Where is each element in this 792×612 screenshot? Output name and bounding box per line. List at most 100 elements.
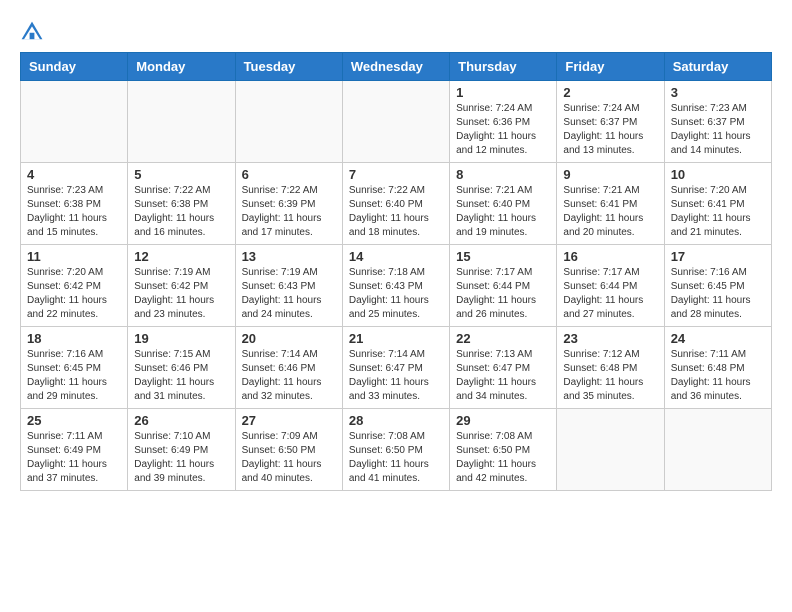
day-info: Sunrise: 7:17 AM Sunset: 6:44 PM Dayligh… (456, 266, 550, 322)
calendar-cell: 17 Sunrise: 7:16 AM Sunset: 6:45 PM Dayli… (664, 245, 771, 327)
day-info: Sunrise: 7:22 AM Sunset: 6:38 PM Dayligh… (134, 184, 228, 240)
calendar-cell: 14 Sunrise: 7:18 AM Sunset: 6:43 PM Dayli… (342, 245, 449, 327)
calendar-cell (664, 409, 771, 491)
day-number: 20 (242, 331, 336, 346)
day-info: Sunrise: 7:08 AM Sunset: 6:50 PM Dayligh… (349, 430, 443, 486)
calendar-cell: 28 Sunrise: 7:08 AM Sunset: 6:50 PM Dayli… (342, 409, 449, 491)
day-number: 3 (671, 85, 765, 100)
day-number: 14 (349, 249, 443, 264)
day-number: 26 (134, 413, 228, 428)
day-number: 18 (27, 331, 121, 346)
day-number: 1 (456, 85, 550, 100)
day-info: Sunrise: 7:12 AM Sunset: 6:48 PM Dayligh… (563, 348, 657, 404)
day-number: 2 (563, 85, 657, 100)
calendar-cell: 22 Sunrise: 7:13 AM Sunset: 6:47 PM Dayli… (450, 327, 557, 409)
day-info: Sunrise: 7:15 AM Sunset: 6:46 PM Dayligh… (134, 348, 228, 404)
calendar-cell: 6 Sunrise: 7:22 AM Sunset: 6:39 PM Daylig… (235, 163, 342, 245)
day-info: Sunrise: 7:11 AM Sunset: 6:49 PM Dayligh… (27, 430, 121, 486)
calendar-cell: 10Sunrise: 7:20 AM Sunset: 6:41 PM Dayli… (664, 163, 771, 245)
day-info: Sunrise: 7:11 AM Sunset: 6:48 PM Dayligh… (671, 348, 765, 404)
day-info: Sunrise: 7:20 AM Sunset: 6:42 PM Dayligh… (27, 266, 121, 322)
calendar-header-row: SundayMondayTuesdayWednesdayThursdayFrid… (21, 53, 772, 81)
day-number: 24 (671, 331, 765, 346)
day-number: 23 (563, 331, 657, 346)
calendar-cell: 24 Sunrise: 7:11 AM Sunset: 6:48 PM Dayli… (664, 327, 771, 409)
calendar-week-row: 4Sunrise: 7:23 AM Sunset: 6:38 PM Daylig… (21, 163, 772, 245)
day-info: Sunrise: 7:18 AM Sunset: 6:43 PM Dayligh… (349, 266, 443, 322)
day-info: Sunrise: 7:22 AM Sunset: 6:40 PM Dayligh… (349, 184, 443, 240)
day-number: 12 (134, 249, 228, 264)
calendar-cell: 2 Sunrise: 7:24 AM Sunset: 6:37 PM Daylig… (557, 81, 664, 163)
calendar-cell: 26 Sunrise: 7:10 AM Sunset: 6:49 PM Dayli… (128, 409, 235, 491)
day-info: Sunrise: 7:08 AM Sunset: 6:50 PM Dayligh… (456, 430, 550, 486)
calendar-cell: 3 Sunrise: 7:23 AM Sunset: 6:37 PM Daylig… (664, 81, 771, 163)
calendar-cell: 11Sunrise: 7:20 AM Sunset: 6:42 PM Dayli… (21, 245, 128, 327)
calendar-cell (557, 409, 664, 491)
day-info: Sunrise: 7:09 AM Sunset: 6:50 PM Dayligh… (242, 430, 336, 486)
calendar-cell (235, 81, 342, 163)
column-header-friday: Friday (557, 53, 664, 81)
day-number: 7 (349, 167, 443, 182)
day-info: Sunrise: 7:19 AM Sunset: 6:42 PM Dayligh… (134, 266, 228, 322)
day-number: 16 (563, 249, 657, 264)
day-number: 28 (349, 413, 443, 428)
calendar-cell: 5 Sunrise: 7:22 AM Sunset: 6:38 PM Daylig… (128, 163, 235, 245)
calendar-cell: 27 Sunrise: 7:09 AM Sunset: 6:50 PM Dayli… (235, 409, 342, 491)
day-number: 15 (456, 249, 550, 264)
day-number: 21 (349, 331, 443, 346)
calendar-cell: 7 Sunrise: 7:22 AM Sunset: 6:40 PM Daylig… (342, 163, 449, 245)
day-info: Sunrise: 7:17 AM Sunset: 6:44 PM Dayligh… (563, 266, 657, 322)
day-info: Sunrise: 7:24 AM Sunset: 6:37 PM Dayligh… (563, 102, 657, 158)
day-info: Sunrise: 7:19 AM Sunset: 6:43 PM Dayligh… (242, 266, 336, 322)
day-info: Sunrise: 7:16 AM Sunset: 6:45 PM Dayligh… (27, 348, 121, 404)
day-number: 4 (27, 167, 121, 182)
column-header-thursday: Thursday (450, 53, 557, 81)
day-number: 25 (27, 413, 121, 428)
calendar-cell: 25 Sunrise: 7:11 AM Sunset: 6:49 PM Dayli… (21, 409, 128, 491)
calendar-cell: 9 Sunrise: 7:21 AM Sunset: 6:41 PM Daylig… (557, 163, 664, 245)
calendar-cell: 8Sunrise: 7:21 AM Sunset: 6:40 PM Daylig… (450, 163, 557, 245)
calendar-cell: 21 Sunrise: 7:14 AM Sunset: 6:47 PM Dayli… (342, 327, 449, 409)
day-number: 9 (563, 167, 657, 182)
calendar-cell: 1 Sunrise: 7:24 AM Sunset: 6:36 PM Daylig… (450, 81, 557, 163)
day-info: Sunrise: 7:24 AM Sunset: 6:36 PM Dayligh… (456, 102, 550, 158)
calendar-week-row: 11Sunrise: 7:20 AM Sunset: 6:42 PM Dayli… (21, 245, 772, 327)
day-number: 10 (671, 167, 765, 182)
day-number: 17 (671, 249, 765, 264)
day-info: Sunrise: 7:14 AM Sunset: 6:47 PM Dayligh… (349, 348, 443, 404)
column-header-wednesday: Wednesday (342, 53, 449, 81)
day-number: 27 (242, 413, 336, 428)
calendar-week-row: 18 Sunrise: 7:16 AM Sunset: 6:45 PM Dayli… (21, 327, 772, 409)
calendar-cell: 16 Sunrise: 7:17 AM Sunset: 6:44 PM Dayli… (557, 245, 664, 327)
calendar-table: SundayMondayTuesdayWednesdayThursdayFrid… (20, 52, 772, 491)
column-header-saturday: Saturday (664, 53, 771, 81)
day-number: 5 (134, 167, 228, 182)
calendar-cell: 4Sunrise: 7:23 AM Sunset: 6:38 PM Daylig… (21, 163, 128, 245)
day-info: Sunrise: 7:22 AM Sunset: 6:39 PM Dayligh… (242, 184, 336, 240)
day-info: Sunrise: 7:10 AM Sunset: 6:49 PM Dayligh… (134, 430, 228, 486)
logo (20, 20, 48, 44)
calendar-cell: 29Sunrise: 7:08 AM Sunset: 6:50 PM Dayli… (450, 409, 557, 491)
day-info: Sunrise: 7:23 AM Sunset: 6:37 PM Dayligh… (671, 102, 765, 158)
day-number: 6 (242, 167, 336, 182)
day-number: 13 (242, 249, 336, 264)
day-info: Sunrise: 7:14 AM Sunset: 6:46 PM Dayligh… (242, 348, 336, 404)
calendar-cell: 19 Sunrise: 7:15 AM Sunset: 6:46 PM Dayli… (128, 327, 235, 409)
day-number: 22 (456, 331, 550, 346)
calendar-cell (128, 81, 235, 163)
day-info: Sunrise: 7:21 AM Sunset: 6:40 PM Dayligh… (456, 184, 550, 240)
calendar-week-row: 1 Sunrise: 7:24 AM Sunset: 6:36 PM Daylig… (21, 81, 772, 163)
column-header-tuesday: Tuesday (235, 53, 342, 81)
logo-icon (20, 20, 44, 44)
calendar-cell: 12 Sunrise: 7:19 AM Sunset: 6:42 PM Dayli… (128, 245, 235, 327)
calendar-week-row: 25 Sunrise: 7:11 AM Sunset: 6:49 PM Dayli… (21, 409, 772, 491)
page-header (20, 20, 772, 44)
day-number: 19 (134, 331, 228, 346)
calendar-cell: 20 Sunrise: 7:14 AM Sunset: 6:46 PM Dayli… (235, 327, 342, 409)
day-info: Sunrise: 7:13 AM Sunset: 6:47 PM Dayligh… (456, 348, 550, 404)
day-info: Sunrise: 7:16 AM Sunset: 6:45 PM Dayligh… (671, 266, 765, 322)
calendar-cell: 18 Sunrise: 7:16 AM Sunset: 6:45 PM Dayli… (21, 327, 128, 409)
day-info: Sunrise: 7:21 AM Sunset: 6:41 PM Dayligh… (563, 184, 657, 240)
calendar-cell (21, 81, 128, 163)
column-header-sunday: Sunday (21, 53, 128, 81)
